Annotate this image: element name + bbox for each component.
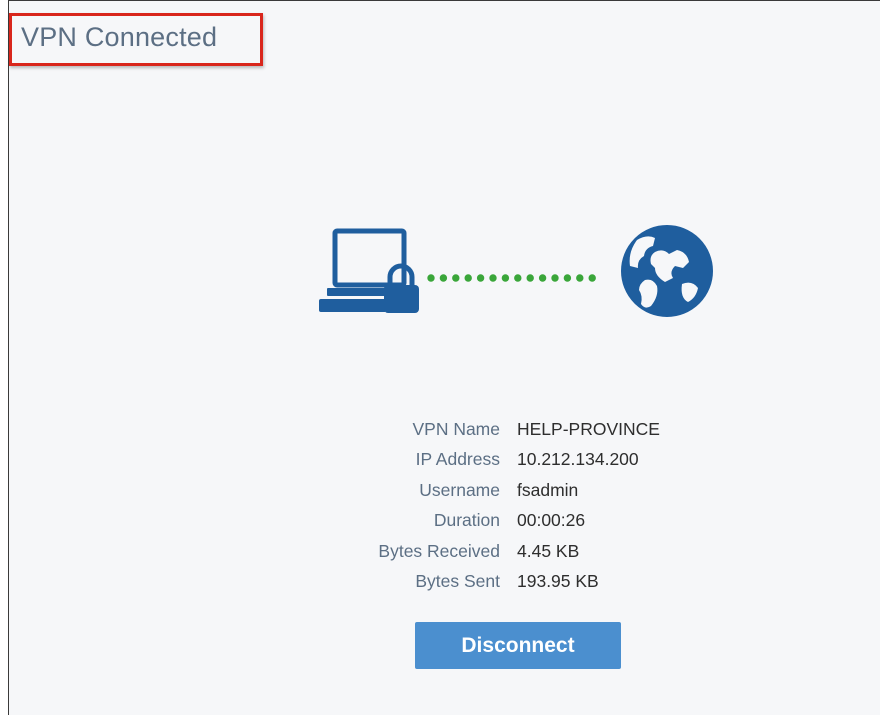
detail-value: 4.45 KB (517, 540, 580, 561)
detail-label: Username (419, 479, 500, 500)
connection-details: VPN Name HELP-PROVINCE IP Address 10.212… (300, 414, 720, 597)
detail-value: 00:00:26 (517, 510, 586, 531)
detail-value: 193.95 KB (517, 571, 599, 592)
detail-label: IP Address (415, 449, 500, 470)
detail-row-bytes-sent: Bytes Sent 193.95 KB (300, 567, 720, 598)
detail-row-duration: Duration 00:00:26 (300, 506, 720, 537)
detail-label: Bytes Sent (415, 571, 500, 592)
page-title: VPN Connected (21, 22, 218, 52)
detail-row-vpn-name: VPN Name HELP-PROVINCE (300, 414, 720, 445)
detail-label: VPN Name (412, 418, 500, 439)
detail-value: HELP-PROVINCE (517, 418, 660, 439)
connection-graphic (319, 225, 713, 317)
disconnect-button[interactable]: Disconnect (415, 622, 621, 669)
detail-row-bytes-received: Bytes Received 4.45 KB (300, 536, 720, 567)
globe-icon (621, 225, 713, 317)
detail-row-username: Username fsadmin (300, 475, 720, 506)
detail-value: fsadmin (517, 479, 579, 500)
detail-value: 10.212.134.200 (517, 449, 639, 470)
computer-lock-icon (319, 228, 419, 313)
detail-label: Bytes Received (378, 540, 500, 561)
detail-row-ip-address: IP Address 10.212.134.200 (300, 445, 720, 476)
vpn-status-panel (8, 0, 880, 715)
connection-illustration (310, 222, 730, 322)
detail-label: Duration (433, 510, 500, 531)
connection-dots (427, 274, 596, 282)
